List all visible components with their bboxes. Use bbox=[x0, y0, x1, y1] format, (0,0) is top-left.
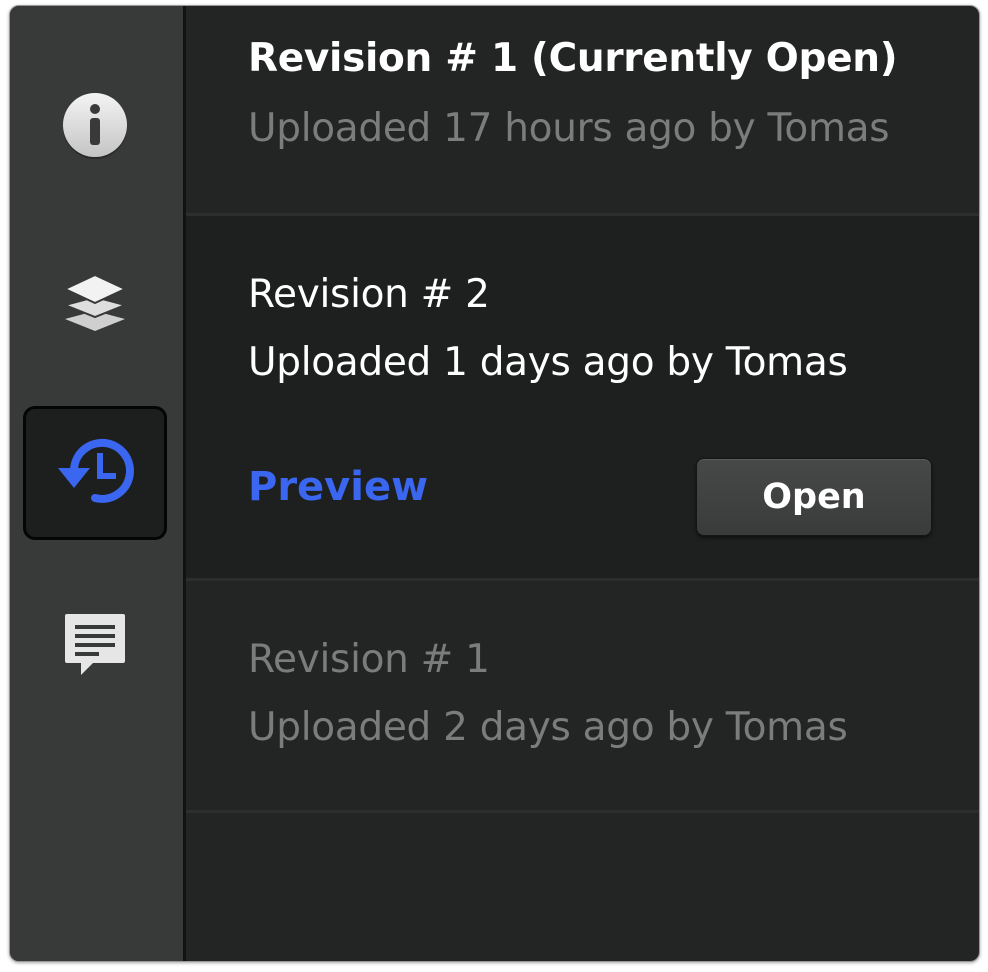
history-icon bbox=[58, 438, 134, 503]
open-button[interactable]: Open bbox=[696, 458, 932, 536]
revision-subtitle: Uploaded 17 hours ago by Tomas bbox=[248, 106, 890, 151]
layers-icon bbox=[63, 273, 127, 331]
list-item-revision-current: Revision # 1 (Currently Open) Uploaded 1… bbox=[186, 6, 979, 216]
revisions-panel: Revision # 1 (Currently Open) Uploaded 1… bbox=[9, 5, 980, 962]
sidebar-item-revisions[interactable] bbox=[23, 406, 167, 540]
comment-icon bbox=[65, 614, 125, 675]
sidebar-item-info[interactable] bbox=[23, 58, 167, 192]
revision-subtitle: Uploaded 2 days ago by Tomas bbox=[248, 705, 848, 750]
revision-list: Revision # 1 (Currently Open) Uploaded 1… bbox=[186, 6, 979, 961]
list-item-revision-2[interactable]: Revision # 2 Uploaded 1 days ago by Toma… bbox=[186, 216, 979, 581]
sidebar-item-layers[interactable] bbox=[23, 235, 167, 369]
revision-title: Revision # 1 bbox=[248, 637, 490, 682]
sidebar bbox=[10, 6, 186, 961]
revision-title: Revision # 2 bbox=[248, 272, 490, 317]
sidebar-item-comments[interactable] bbox=[23, 578, 167, 712]
revision-title: Revision # 1 (Currently Open) bbox=[248, 36, 898, 81]
preview-link[interactable]: Preview bbox=[248, 464, 428, 510]
revision-subtitle: Uploaded 1 days ago by Tomas bbox=[248, 340, 848, 385]
info-icon bbox=[63, 93, 127, 159]
list-item-revision-1[interactable]: Revision # 1 Uploaded 2 days ago by Toma… bbox=[186, 581, 979, 813]
